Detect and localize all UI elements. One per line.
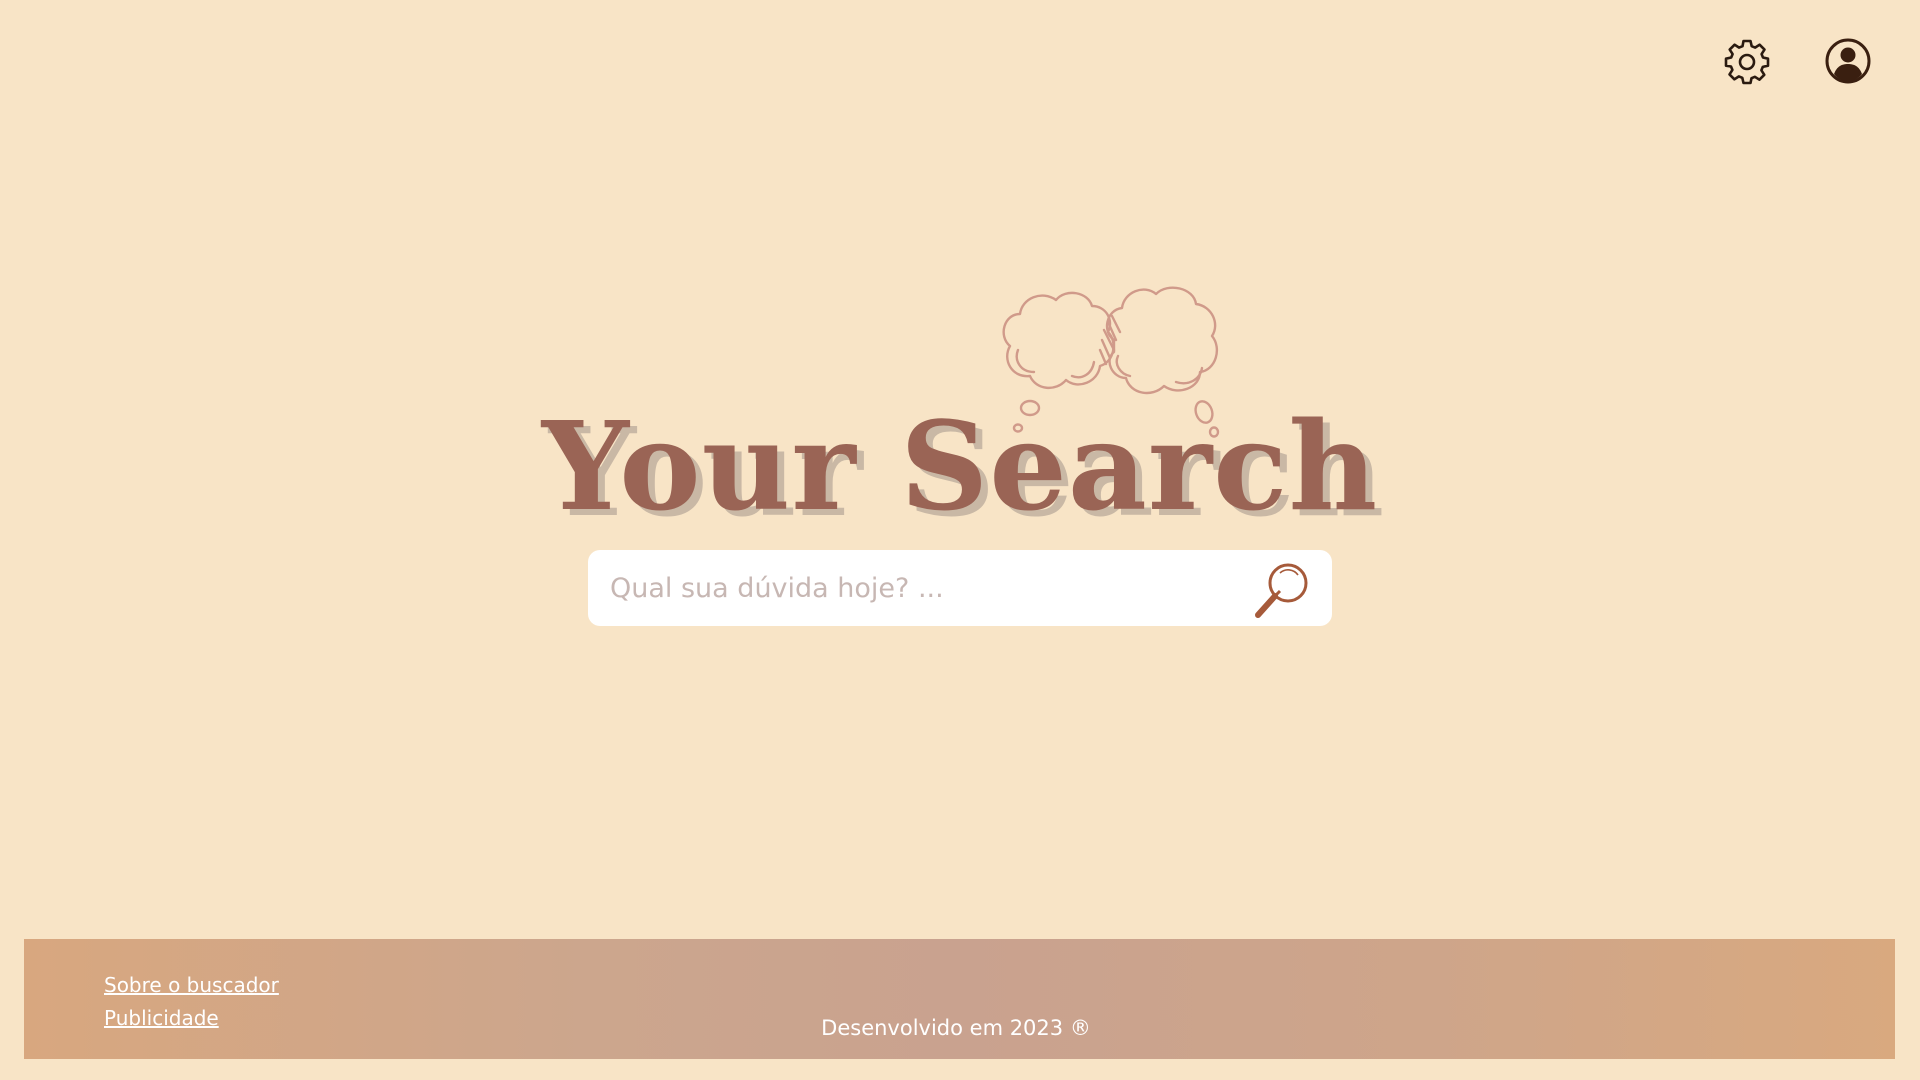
footer: Sobre o buscador Publicidade Desenvolvid… (24, 939, 1895, 1059)
magnifier-icon[interactable] (1250, 557, 1316, 623)
user-circle-icon[interactable] (1824, 37, 1872, 85)
search-input[interactable] (610, 550, 1220, 626)
logo-text: Your Search (541, 394, 1379, 538)
gear-icon[interactable] (1723, 37, 1771, 85)
search-home-page: Your Search Sobre o buscador Publicidade… (0, 0, 1920, 1080)
search-box (588, 550, 1332, 626)
logo-title: Your Search (0, 405, 1920, 527)
footer-link-about[interactable]: Sobre o buscador (104, 969, 279, 1002)
footer-credit: Desenvolvido em 2023 ® (821, 1016, 1091, 1040)
